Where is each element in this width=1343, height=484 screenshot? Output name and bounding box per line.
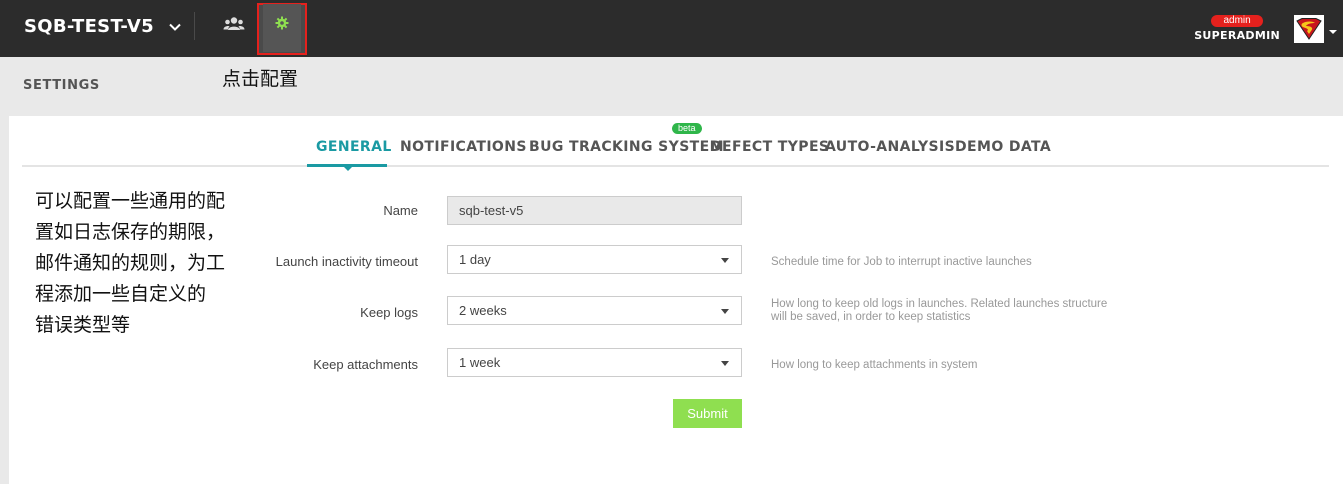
- keep-attachments-hint: How long to keep attachments in system: [771, 359, 978, 371]
- launch-timeout-hint: Schedule time for Job to interrupt inact…: [771, 256, 1032, 268]
- keep-logs-hint: How long to keep old logs in launches. R…: [771, 298, 1107, 324]
- gear-icon: [275, 16, 289, 30]
- annotation-line: 邮件通知的规则，为工: [35, 252, 226, 274]
- avatar[interactable]: [1294, 14, 1324, 43]
- annotation-line: 置如日志保存的期限，: [35, 221, 226, 243]
- name-field: sqb-test-v5: [447, 196, 742, 225]
- tab-general[interactable]: GENERAL: [316, 139, 392, 155]
- tab-auto-analysis[interactable]: AUTO-ANALYSIS: [825, 139, 955, 155]
- annotation-click-config: 点击配置: [222, 68, 299, 90]
- user-info: admin SUPERADMIN: [1194, 15, 1280, 42]
- dropdown-arrow-icon: [721, 309, 729, 314]
- role-badge: admin: [1211, 15, 1263, 27]
- project-name: SQB-TEST-V5: [24, 16, 154, 37]
- users-icon: [223, 17, 245, 30]
- user-menu: admin SUPERADMIN: [1194, 0, 1343, 57]
- chevron-down-icon: [168, 20, 182, 34]
- top-bar: SQB-TEST-V5 admin SUPERADMIN: [0, 0, 1343, 57]
- keep-logs-value: 2 weeks: [459, 303, 507, 318]
- launch-timeout-select[interactable]: 1 day: [447, 245, 742, 274]
- keep-attachments-value: 1 week: [459, 355, 501, 370]
- annotation-description: 可以配置一些通用的配 置如日志保存的期限， 邮件通知的规则，为工 程添加一些自定…: [35, 186, 260, 341]
- annotation-line: 可以配置一些通用的配: [35, 190, 226, 212]
- name-label: Name: [383, 203, 418, 218]
- dropdown-arrow-icon: [721, 361, 729, 366]
- user-menu-caret-icon[interactable]: [1328, 24, 1338, 34]
- submit-button[interactable]: Submit: [673, 399, 742, 428]
- annotation-line: 程添加一些自定义的: [35, 283, 207, 305]
- keep-logs-hint-line: How long to keep old logs in launches. R…: [771, 298, 1108, 310]
- keep-attachments-label: Keep attachments: [313, 357, 418, 372]
- tab-defect-types[interactable]: DEFECT TYPES: [710, 139, 829, 155]
- tab-demo-data[interactable]: DEMO DATA: [955, 139, 1051, 155]
- keep-attachments-select[interactable]: 1 week: [447, 348, 742, 377]
- launch-timeout-value: 1 day: [459, 252, 491, 267]
- active-tab-pointer: [343, 166, 353, 171]
- tabs-divider: [22, 165, 1329, 167]
- page-title: SETTINGS: [23, 78, 100, 93]
- username: SUPERADMIN: [1194, 29, 1280, 42]
- settings-button[interactable]: [257, 3, 307, 55]
- keep-logs-select[interactable]: 2 weeks: [447, 296, 742, 325]
- keep-logs-hint-line: will be saved, in order to keep statisti…: [771, 311, 971, 323]
- annotation-line: 错误类型等: [35, 314, 131, 336]
- dropdown-arrow-icon: [721, 258, 729, 263]
- members-button[interactable]: [220, 12, 248, 36]
- divider: [194, 12, 195, 40]
- superman-logo-icon: [1296, 17, 1322, 40]
- beta-badge: beta: [672, 123, 702, 134]
- launch-timeout-label: Launch inactivity timeout: [275, 254, 418, 269]
- project-selector[interactable]: SQB-TEST-V5: [24, 16, 182, 37]
- keep-logs-label: Keep logs: [360, 305, 418, 320]
- name-value: sqb-test-v5: [459, 203, 524, 218]
- tab-notifications[interactable]: NOTIFICATIONS: [400, 139, 527, 155]
- tab-bug-tracking-system[interactable]: BUG TRACKING SYSTEM: [529, 139, 724, 155]
